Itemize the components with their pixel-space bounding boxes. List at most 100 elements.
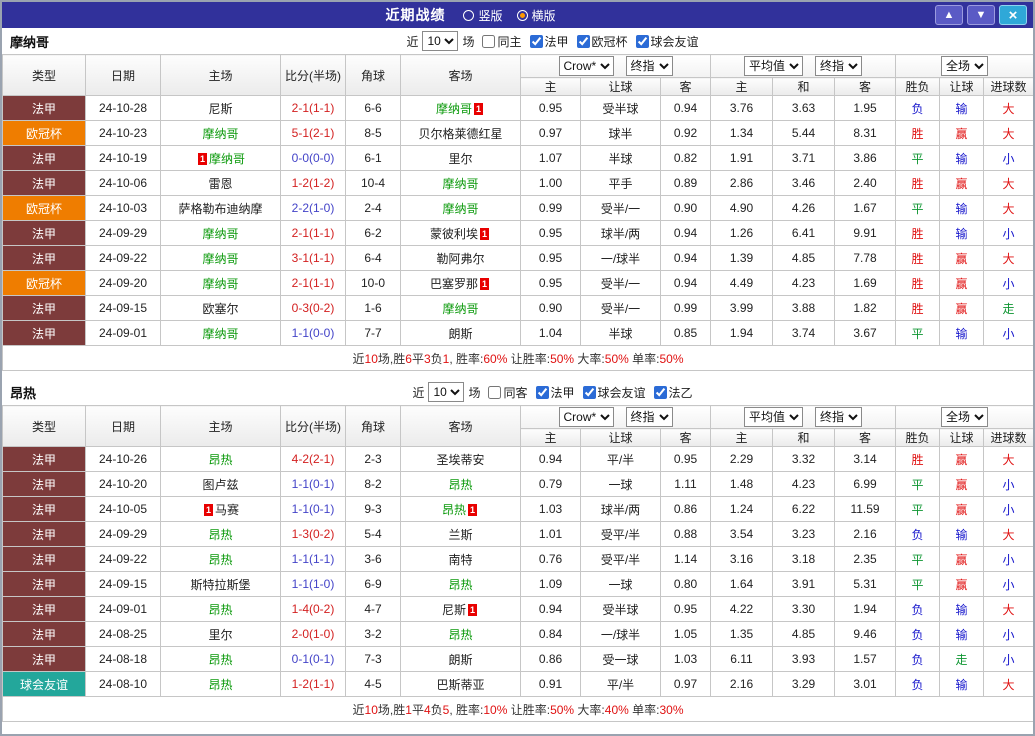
avg-away: 7.78	[833, 245, 897, 271]
team-name: 摩纳哥	[202, 251, 239, 266]
filter-row: 摩纳哥 近 10 场 同主 法甲 欧冠杯 球会友谊	[2, 28, 1033, 54]
match-date: 24-10-03	[85, 195, 161, 221]
avg-away: 9.91	[833, 220, 897, 246]
corner-count: 10-4	[345, 170, 401, 196]
result-goals: 小	[983, 646, 1033, 672]
result-handicap: 赢	[939, 295, 985, 321]
league-badge: 法甲	[2, 471, 86, 497]
recent-label: 近	[412, 385, 425, 400]
avg-draw: 4.23	[772, 471, 835, 497]
radio-horizontal-layout[interactable]: 横版	[516, 7, 556, 24]
league-filter-2[interactable]: 欧冠杯	[576, 33, 628, 50]
league-filter-1-input[interactable]	[529, 34, 543, 48]
avg-away: 9.46	[833, 621, 897, 647]
match-date: 24-09-15	[85, 571, 161, 597]
recent-count-select[interactable]: 10	[422, 31, 459, 51]
avg-draw: 3.74	[772, 320, 835, 346]
same-home-input[interactable]	[482, 34, 496, 48]
league-filter-3-input[interactable]	[635, 34, 649, 48]
corner-count: 6-6	[345, 95, 401, 121]
avg-select[interactable]: 平均值	[744, 56, 803, 76]
league-filter-3[interactable]: 球会友谊	[635, 33, 699, 50]
avg-home: 1.26	[710, 220, 773, 246]
avg-home: 4.90	[710, 195, 773, 221]
col-result-outcome: 胜负	[895, 428, 941, 447]
home-team: 雷恩	[160, 170, 281, 196]
team-name: 圣埃蒂安	[436, 452, 485, 467]
league-filter-2-label: 球会友谊	[597, 385, 646, 400]
odds-away: 0.95	[660, 446, 711, 472]
same-away-checkbox[interactable]: 同客	[488, 384, 528, 401]
team-name: 尼斯	[441, 602, 466, 617]
avg-away: 2.16	[833, 521, 897, 547]
avg-select[interactable]: 平均值	[744, 407, 803, 427]
odds-handicap: 球半	[580, 120, 661, 146]
summary-text: 近	[352, 351, 365, 366]
summary-text: 10%	[483, 702, 508, 717]
odds-handicap: 一球	[580, 571, 661, 597]
league-filter-2[interactable]: 球会友谊	[582, 384, 646, 401]
league-filter-1-input[interactable]	[535, 385, 549, 399]
match-date: 24-08-18	[85, 646, 161, 672]
avg-home: 6.11	[710, 646, 773, 672]
col-corner: 角球	[345, 405, 401, 447]
corner-count: 4-7	[345, 596, 401, 622]
home-team: 摩纳哥	[160, 245, 281, 271]
summary-text: 负	[430, 351, 443, 366]
scroll-down-button[interactable]: ▼	[967, 5, 995, 25]
avg-away: 3.67	[833, 320, 897, 346]
avg-type-select[interactable]: 终指	[815, 56, 862, 76]
result-handicap: 赢	[939, 446, 985, 472]
odds-away: 0.94	[660, 270, 711, 296]
away-team: 摩纳哥	[400, 295, 521, 321]
home-team: 1 摩纳哥	[160, 145, 281, 171]
avg-home: 1.48	[710, 471, 773, 497]
team-name: 昂热	[208, 677, 233, 692]
corner-count: 6-1	[345, 145, 401, 171]
match-date: 24-10-26	[85, 446, 161, 472]
match-score: 0-0(0-0)	[280, 145, 346, 171]
league-filter-2-input[interactable]	[576, 34, 590, 48]
odds-home: 0.90	[520, 295, 581, 321]
team-name: 昂热	[208, 527, 233, 542]
recent-count-select[interactable]: 10	[428, 382, 465, 402]
recent-label: 近	[406, 34, 419, 49]
league-filter-3-input[interactable]	[653, 385, 667, 399]
team-name: 尼斯	[208, 101, 233, 116]
result-handicap: 输	[939, 320, 985, 346]
league-filter-1[interactable]: 法甲	[529, 33, 569, 50]
scope-select[interactable]: 全场	[941, 56, 989, 76]
col-home: 主场	[160, 405, 281, 447]
col-result-handicap: 让球	[939, 428, 985, 447]
match-row: 法甲 24-09-15 斯特拉斯堡 1-1(1-0) 6-9 昂热 1.09 一球 0.80 1.…	[2, 571, 1033, 597]
match-score: 1-2(1-2)	[280, 170, 346, 196]
summary-text: 平	[411, 702, 424, 717]
avg-type-select[interactable]: 终指	[815, 407, 862, 427]
match-score: 1-1(0-1)	[280, 496, 346, 522]
odds-company-select[interactable]: Crow*	[558, 407, 614, 427]
corner-count: 6-4	[345, 245, 401, 271]
odds-type-select[interactable]: 终指	[625, 407, 673, 427]
odds-home: 1.01	[520, 521, 581, 547]
close-button[interactable]: ×	[999, 5, 1027, 25]
avg-away: 1.95	[833, 95, 897, 121]
league-badge: 欧冠杯	[2, 270, 86, 296]
col-odds-handicap: 让球	[580, 77, 661, 96]
scroll-up-button[interactable]: ▲	[935, 5, 963, 25]
same-home-checkbox[interactable]: 同主	[482, 33, 522, 50]
same-away-input[interactable]	[488, 385, 502, 399]
avg-select-cell: 平均值 终指	[709, 405, 897, 429]
league-filter-1[interactable]: 法甲	[535, 384, 575, 401]
odds-away: 0.94	[660, 245, 711, 271]
corner-count: 7-3	[345, 646, 401, 672]
league-filter-3[interactable]: 法乙	[653, 384, 693, 401]
radio-vertical-layout[interactable]: 竖版	[463, 7, 503, 24]
odds-handicap: 受一球	[580, 646, 661, 672]
odds-company-select[interactable]: Crow*	[558, 56, 614, 76]
summary-text: 负	[430, 702, 443, 717]
team-name: 昂热	[448, 577, 473, 592]
odds-type-select[interactable]: 终指	[625, 56, 673, 76]
scope-select[interactable]: 全场	[941, 407, 989, 427]
league-filter-2-input[interactable]	[582, 385, 596, 399]
games-label: 场	[462, 34, 475, 49]
